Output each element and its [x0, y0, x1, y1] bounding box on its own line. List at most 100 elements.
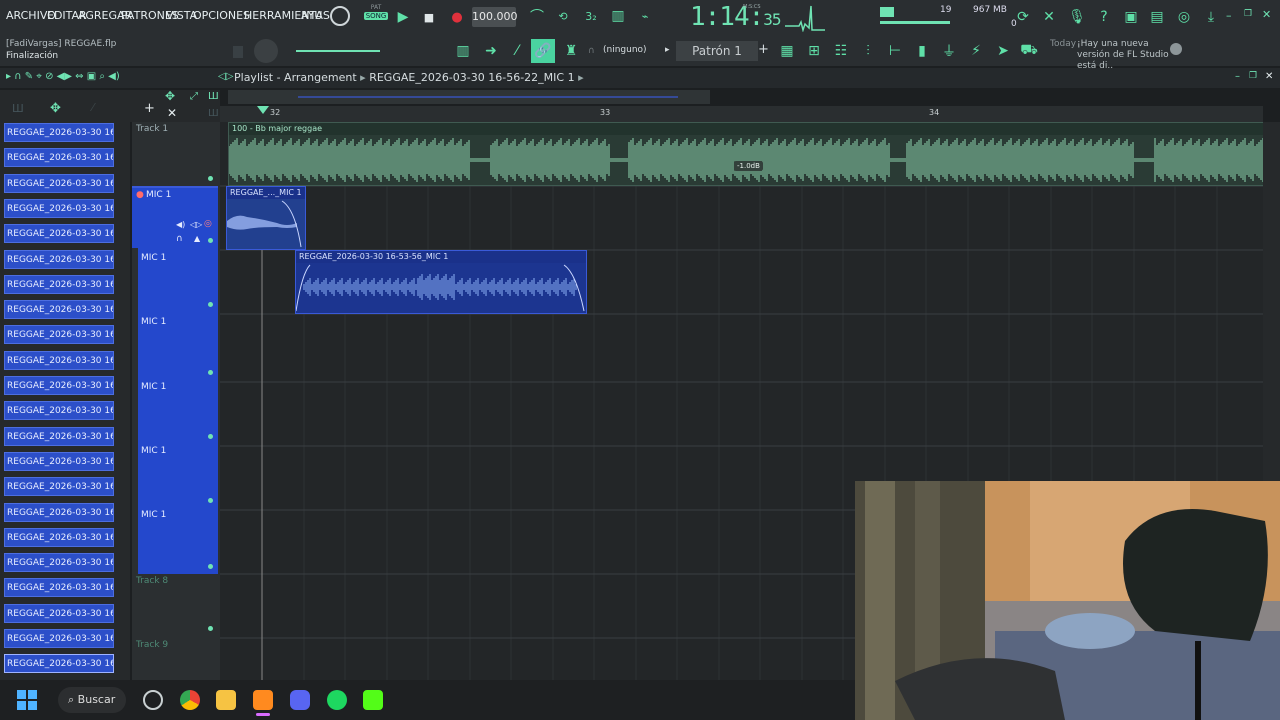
browser-item[interactable]: REGGAE_2026-03-30 16-...: [4, 300, 114, 320]
undo-icon[interactable]: ⟳: [1012, 8, 1034, 26]
master-pitch-slider[interactable]: [296, 50, 380, 52]
track-led[interactable]: [208, 302, 213, 307]
playhead-marker[interactable]: [257, 106, 269, 114]
browser-item[interactable]: REGGAE_2026-03-30 16-...: [4, 502, 114, 522]
pattern-select[interactable]: Patrón 1: [676, 41, 758, 61]
chrome-icon[interactable]: [180, 690, 200, 710]
add-track-icon[interactable]: +: [144, 101, 155, 116]
typing-keyboard-icon[interactable]: ▥: [607, 7, 629, 25]
browser-item[interactable]: REGGAE_2026-03-30 16-...: [4, 376, 114, 395]
pitch-knob[interactable]: [254, 39, 278, 63]
track-up-icon[interactable]: ▲: [194, 234, 200, 243]
plugin-icon[interactable]: ▤: [1146, 8, 1168, 26]
windows-start-icon[interactable]: [17, 690, 37, 710]
remove-icon[interactable]: ✕: [167, 106, 177, 120]
track-header[interactable]: MIC 1: [138, 248, 218, 312]
pattern-arrow-icon[interactable]: ▸: [665, 45, 670, 55]
browser-item[interactable]: REGGAE_2026-03-30 16-...: [4, 325, 114, 345]
browser-item[interactable]: REGGAE_2026-03-30 16-...: [4, 553, 114, 573]
browser-item[interactable]: REGGAE_2026-03-30 16-...: [4, 173, 114, 193]
track-led[interactable]: [208, 564, 213, 569]
browser-item[interactable]: REGGAE_2026-03-30 16-...: [4, 527, 114, 547]
track-pan-icon[interactable]: ◁▷: [190, 220, 202, 229]
audio-clip-mic-b[interactable]: REGGAE_2026-03-30 16-53-56_MIC 1: [295, 250, 587, 314]
playlist-close-icon[interactable]: ✕: [1265, 71, 1273, 82]
playlist-menu-icon[interactable]: ◁▷: [218, 71, 233, 82]
browser-item[interactable]: REGGAE_2026-03-30 16-...: [4, 274, 114, 294]
file-explorer-icon[interactable]: [216, 690, 236, 710]
browser-tab-icon[interactable]: Ш: [12, 102, 24, 115]
playlist-maximize-icon[interactable]: ❐: [1249, 71, 1257, 81]
microphone-icon[interactable]: 🎙: [1066, 8, 1088, 26]
track-led[interactable]: [208, 434, 213, 439]
browser-item[interactable]: REGGAE_2026-03-30 16-...: [4, 654, 114, 674]
audio-clip-backing[interactable]: 100 - Bb major reggae -1.0dB: [228, 122, 1263, 186]
download-icon[interactable]: ⤓: [1200, 8, 1222, 26]
playlist-tools[interactable]: ▸ ∩ ✎ ⌖ ⊘ ◀▶ ⇔ ▣ ⌕ ◀): [6, 71, 120, 82]
spotify-icon[interactable]: [327, 690, 347, 710]
browser-pin-icon[interactable]: ⁄: [92, 101, 94, 114]
cart-icon[interactable]: ⛟: [1018, 42, 1040, 60]
eq-icon[interactable]: ⫶: [857, 42, 879, 60]
maximize-icon[interactable]: ❐: [1244, 9, 1252, 19]
tempo-display[interactable]: 100.000: [472, 7, 518, 27]
move-icon[interactable]: ✥: [165, 89, 175, 103]
browser-item[interactable]: REGGAE_2026-03-30 16-...: [4, 603, 114, 623]
playlist-breadcrumb[interactable]: REGGAE_2026-03-30 16-56-22_MIC 1: [369, 71, 574, 84]
browser-item[interactable]: REGGAE_2026-03-30 16-...: [4, 148, 114, 168]
track-header[interactable]: MIC 1: [138, 376, 218, 440]
playlist-minimize-icon[interactable]: –: [1235, 71, 1240, 82]
stop-icon[interactable]: ■: [418, 8, 440, 26]
send-icon[interactable]: ➤: [992, 42, 1014, 60]
playlist-icon[interactable]: ▦: [776, 42, 798, 60]
taskbar-search[interactable]: ⌕ Buscar: [58, 687, 126, 713]
discord-icon[interactable]: [290, 690, 310, 710]
metronome-icon[interactable]: ⌒: [526, 7, 548, 25]
track-led[interactable]: [208, 498, 213, 503]
minimize-icon[interactable]: –: [1226, 9, 1232, 22]
track-header[interactable]: Track 9: [132, 638, 218, 680]
track-led[interactable]: [208, 370, 213, 375]
add-pattern-icon[interactable]: +: [758, 42, 769, 57]
track-header[interactable]: MIC 1: [138, 312, 218, 376]
channel-rack-icon[interactable]: ⊞: [803, 42, 825, 60]
plug-icon[interactable]: ⏚: [938, 42, 960, 60]
track-led[interactable]: [208, 626, 213, 631]
stamp-icon[interactable]: ♜: [560, 42, 582, 60]
step-edit-icon[interactable]: 3₂: [580, 7, 602, 25]
browser-item[interactable]: REGGAE_2026-03-30 16-...: [4, 123, 114, 142]
tools-icon[interactable]: ✕: [1038, 8, 1060, 26]
track-header[interactable]: MIC 1: [138, 504, 218, 574]
globe-icon[interactable]: [1170, 43, 1182, 55]
browser-item[interactable]: REGGAE_2026-03-30 16-...: [4, 629, 114, 648]
fl-studio-icon[interactable]: [253, 690, 273, 710]
browser-item[interactable]: REGGAE_2026-03-30 16-...: [4, 451, 114, 471]
browser-item[interactable]: REGGAE_2026-03-30 16-...: [4, 198, 114, 218]
record-arm-icon[interactable]: ●: [136, 190, 144, 200]
track-led[interactable]: [208, 176, 213, 181]
playlist-scrollbar[interactable]: [228, 90, 710, 104]
browser-item[interactable]: REGGAE_2026-03-30 16-...: [4, 249, 114, 269]
brush-icon[interactable]: ⁄: [506, 42, 528, 60]
track-header[interactable]: MIC 1: [138, 440, 218, 504]
fx-icon[interactable]: ⚡: [965, 42, 987, 60]
headphones-icon[interactable]: ∩: [176, 234, 183, 244]
audio-clip-mic-a[interactable]: REGGAE_..._MIC 1: [226, 186, 306, 250]
lock-icon[interactable]: [233, 46, 243, 58]
piano-roll-icon[interactable]: ▥: [452, 42, 474, 60]
browser-item[interactable]: REGGAE_2026-03-30 16-...: [4, 426, 114, 446]
track-led[interactable]: [208, 238, 213, 243]
menu-opciones[interactable]: OPCIONES: [193, 9, 250, 22]
close-icon[interactable]: ✕: [1262, 8, 1271, 21]
browser-snap-icon[interactable]: ✥: [50, 101, 61, 116]
track-header-selected[interactable]: ● MIC 1 ◀) ◁▷ ◎ ∩ ▲: [132, 186, 218, 248]
mixer-icon[interactable]: ☷: [830, 42, 852, 60]
wait-icon[interactable]: ⌁: [634, 7, 656, 25]
link-icon[interactable]: 🔗: [531, 39, 555, 63]
copilot-icon[interactable]: [143, 690, 163, 710]
kick-icon[interactable]: [363, 690, 383, 710]
magnet-icon[interactable]: ∩: [588, 46, 595, 56]
master-volume-knob[interactable]: [330, 6, 350, 26]
chat-icon[interactable]: ◎: [1173, 8, 1195, 26]
resize-icon[interactable]: ⤢: [190, 91, 198, 102]
